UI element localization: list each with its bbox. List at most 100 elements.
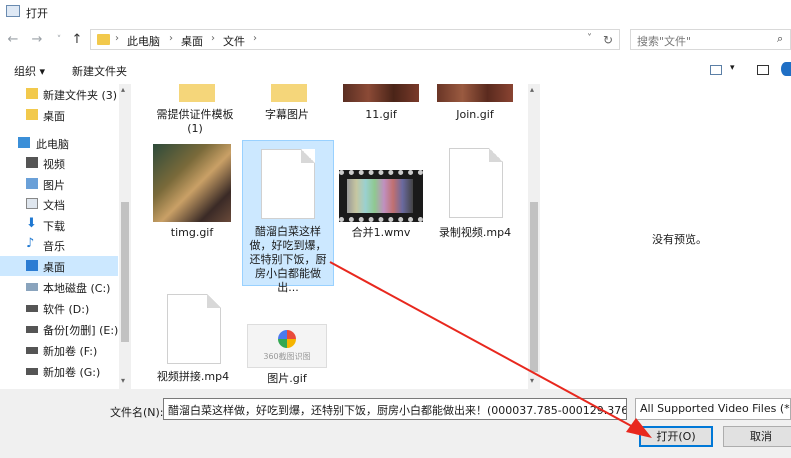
file-item[interactable]: 合并1.wmv [335,140,427,250]
image-thumbnail: 360截图识图 [247,324,327,368]
scrollbar-thumb[interactable] [530,202,538,372]
scrollbar-thumb[interactable] [121,202,129,342]
file-label: 合并1.wmv [351,226,411,239]
organize-menu[interactable]: 组织 ▾ [14,63,45,79]
sidebar-item-documents[interactable]: 文档 [0,194,118,214]
open-button[interactable]: 打开(O) [639,426,713,447]
sidebar-item-label: 视频 [43,158,65,171]
help-icon[interactable] [781,62,791,76]
scroll-up-icon[interactable]: ▴ [121,85,125,94]
chevron-down-icon[interactable]: ▾ [730,63,735,73]
refresh-icon[interactable]: ↻ [603,33,613,47]
video-icon [26,157,38,168]
cancel-button[interactable]: 取消 [723,426,791,447]
file-item[interactable]: Join.gif [429,84,521,124]
new-folder-button[interactable]: 新建文件夹 [72,63,127,79]
sidebar-item-label: 音乐 [43,240,65,253]
sidebar-item-drive-c[interactable]: 本地磁盘 (C:) [0,277,118,297]
app-icon [6,5,20,17]
file-label: 醋溜白菜这样做，好吃到爆，还特别下饭，厨房小白都能做出... [249,225,327,294]
file-list-scrollbar[interactable]: ▴ ▾ [528,84,540,389]
title-bar: 打开 [0,0,791,24]
folder-icon [26,109,38,120]
preview-pane-icon[interactable] [757,65,769,75]
scroll-down-icon[interactable]: ▾ [530,376,534,385]
file-list: 需提供证件模板 (1) 字幕图片 11.gif Join.gif timg.gi… [131,84,528,389]
sidebar-item-drive-e[interactable]: 备份[勿删] (E:) [0,319,118,339]
chevron-right-icon[interactable]: › [169,33,173,44]
chevron-right-icon[interactable]: › [253,33,257,44]
scroll-up-icon[interactable]: ▴ [530,85,534,94]
sidebar-item-label: 软件 (D:) [43,303,90,316]
sidebar-item-desktop[interactable]: 桌面 [0,256,118,276]
drive-icon [26,347,38,354]
address-bar[interactable]: › 此电脑 › 桌面 › 文件 › ˅ ↻ [90,29,620,50]
file-item[interactable]: 视频拼接.mp4 [147,290,239,389]
search-input[interactable]: 搜索"文件" ⌕ [630,29,791,50]
file-item[interactable]: 字幕图片 [241,84,333,124]
file-item-selected[interactable]: 醋溜白菜这样做，好吃到爆，还特别下饭，厨房小白都能做出... [242,140,334,294]
forward-arrow-icon[interactable]: → [28,30,46,50]
sidebar-item-label: 新加卷 (F:) [43,345,98,358]
breadcrumb-this-pc[interactable]: 此电脑 [127,33,160,49]
filetype-select[interactable]: All Supported Video Files (*. [635,398,791,420]
sidebar-item-desktop-folder[interactable]: 桌面 [0,105,118,125]
folder-icon [97,34,110,45]
sidebar-item-label: 新建文件夹 (3) [43,89,118,102]
scroll-down-icon[interactable]: ▾ [121,376,125,385]
desktop-icon [26,260,38,271]
chevron-right-icon[interactable]: › [115,33,119,44]
sidebar-item-drive-f[interactable]: 新加卷 (F:) [0,340,118,360]
file-item[interactable]: 360截图识图 图片.gif [241,290,333,389]
recent-dropdown-icon[interactable]: ˅ [50,30,68,50]
breadcrumb-desktop[interactable]: 桌面 [181,33,203,49]
sidebar-item-this-pc[interactable]: 此电脑 [0,133,118,153]
sidebar-item-downloads[interactable]: ⬇ 下载 [0,215,118,235]
file-label: 视频拼接.mp4 [156,370,230,383]
sidebar-scrollbar[interactable]: ▴ ▾ [119,84,131,389]
sidebar-item-label: 此电脑 [36,138,69,151]
file-item[interactable]: 需提供证件模板 (1) [149,84,241,136]
sidebar-item-drive-g[interactable]: 新加卷 (G:) [0,361,118,381]
view-options-icon[interactable] [710,65,722,75]
sidebar-item-drive-d[interactable]: 软件 (D:) [0,298,118,318]
file-item[interactable]: 录制视频.mp4 [429,140,521,250]
chevron-right-icon[interactable]: › [211,33,215,44]
sidebar-item-label: 文档 [43,199,65,212]
image-thumbnail [437,84,513,102]
sidebar-item-label: 本地磁盘 (C:) [43,282,111,295]
sidebar-item-label: 备份[勿删] (E:) [43,324,119,337]
document-icon [167,294,221,364]
search-icon: ⌕ [777,32,784,45]
sidebar-item-label: 新加卷 (G:) [43,366,101,379]
document-icon [26,198,38,209]
back-arrow-icon[interactable]: ← [4,30,22,50]
toolbar: 组织 ▾ 新建文件夹 ▾ [0,58,791,85]
sidebar-item-videos[interactable]: 视频 [0,153,118,173]
sidebar-item-label: 桌面 [43,110,65,123]
file-item[interactable]: 11.gif [335,84,427,124]
computer-icon [18,137,30,148]
sidebar-item-pictures[interactable]: 图片 [0,174,118,194]
history-dropdown-icon[interactable]: ˅ [587,33,592,44]
navigation-pane: 新建文件夹 (3) 桌面 此电脑 视频 图片 文档 ⬇ 下载 ♪ 音乐 桌面 本… [0,84,120,389]
filename-input[interactable]: 醋溜白菜这样做，好吃到爆，还特别下饭，厨房小白都能做出来！(000037.785… [163,398,627,420]
file-label: 需提供证件模板 (1) [156,108,234,135]
file-label: 11.gif [365,108,397,121]
filename-label: 文件名(N): [110,406,164,419]
file-item[interactable]: timg.gif [131,140,231,250]
sidebar-item-music[interactable]: ♪ 音乐 [0,235,118,255]
file-label: timg.gif [170,226,214,239]
sidebar-item-new-folder-3[interactable]: 新建文件夹 (3) [0,84,118,104]
music-icon: ♪ [26,236,35,251]
download-icon: ⬇ [26,216,37,231]
up-arrow-icon[interactable]: ↑ [68,30,86,50]
file-label: Join.gif [456,108,494,121]
drive-icon [26,326,38,333]
breadcrumb-files[interactable]: 文件 [223,33,245,49]
sidebar-item-label: 桌面 [43,261,65,274]
document-icon [261,149,315,219]
search-placeholder: 搜索"文件" [637,35,692,48]
sidebar-item-label: 图片 [43,179,65,192]
file-label: 录制视频.mp4 [438,226,512,239]
